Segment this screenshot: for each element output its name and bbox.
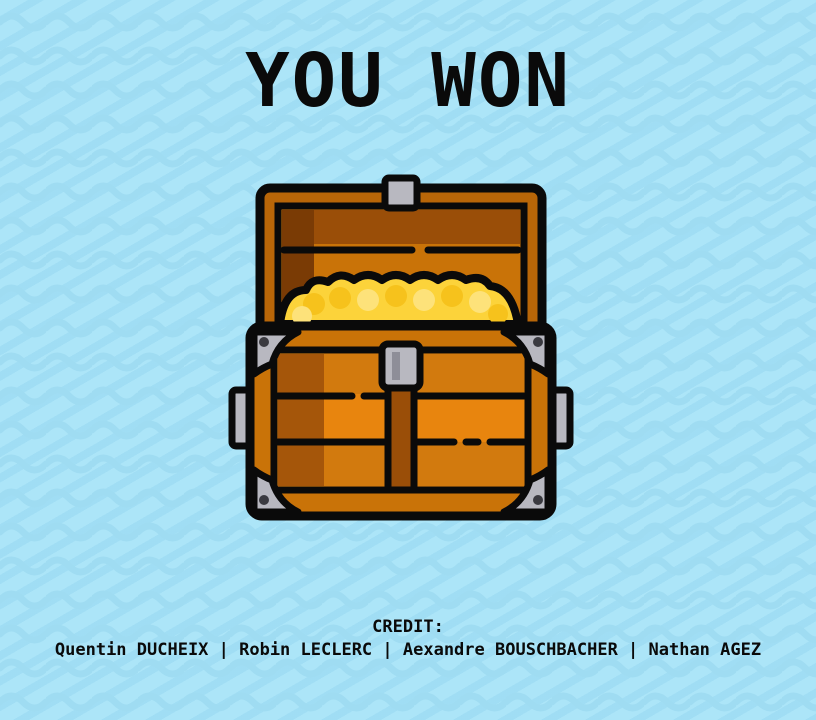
chest-base (228, 321, 574, 521)
gold-coins (276, 271, 522, 328)
treasure-chest-icon (228, 174, 574, 521)
you-won-title: YOU WON (245, 38, 571, 124)
credits-heading: CREDIT: (372, 617, 444, 637)
credits-names: Quentin DUCHEIX | Robin LECLERC | Aexand… (54, 640, 762, 660)
credits-section: CREDIT: Quentin DUCHEIX | Robin LECLERC … (0, 616, 816, 662)
